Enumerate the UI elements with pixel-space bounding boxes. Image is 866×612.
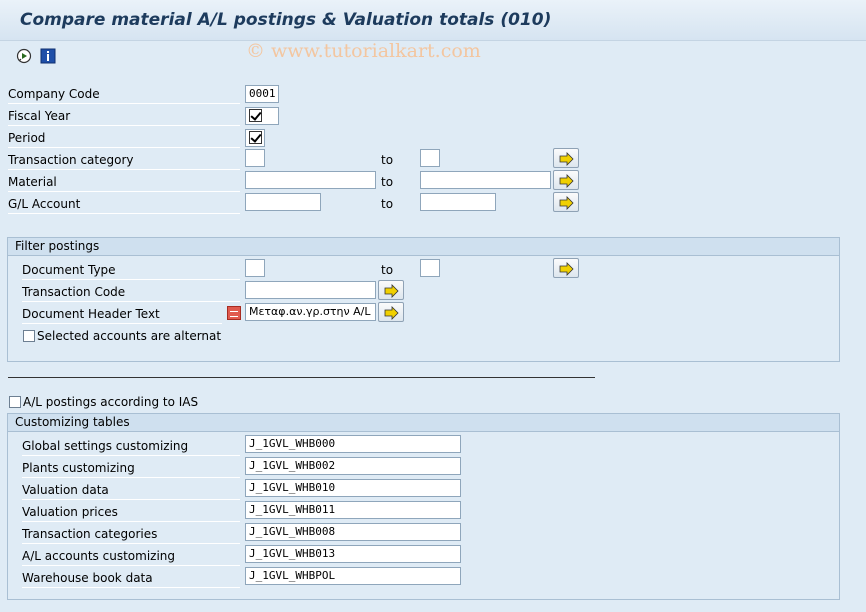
table-row-input[interactable]: J_1GVL_WHB011 [245,501,461,519]
gl-account-label: G/L Account [8,195,240,214]
multiple-selection-button[interactable] [553,148,579,168]
table-row-label: Valuation prices [22,503,240,522]
table-row-label: Warehouse book data [22,569,240,588]
to-label: to [381,175,394,189]
multiple-selection-button[interactable] [378,280,404,300]
table-row-input[interactable]: J_1GVL_WHB008 [245,523,461,541]
watermark: © www.tutorialkart.com [246,40,481,62]
page-title: Compare material A/L postings & Valuatio… [20,10,552,30]
multiple-selection-button[interactable] [553,170,579,190]
check-icon [249,131,262,144]
arrow-right-icon [559,196,574,210]
document-header-text-input[interactable]: Μεταφ.αν.γρ.στην A/L [245,303,376,321]
table-row-input[interactable]: J_1GVL_WHB002 [245,457,461,475]
fiscal-year-input[interactable] [245,107,279,125]
table-row-label: Transaction categories [22,525,240,544]
transaction-category-to-input[interactable] [420,149,440,167]
document-type-label: Document Type [22,261,240,280]
to-label: to [381,197,394,211]
multiple-selection-button[interactable] [553,258,579,278]
document-type-from-input[interactable] [245,259,265,277]
table-row-label: A/L accounts customizing [22,547,240,566]
arrow-right-icon [559,174,574,188]
table-row-label: Plants customizing [22,459,240,478]
ias-checkbox[interactable] [9,396,21,408]
execute-icon[interactable] [16,48,32,64]
group-title: Customizing tables [15,415,130,429]
material-from-input[interactable] [245,171,376,189]
table-row-label: Valuation data [22,481,240,500]
company-code-label: Company Code [8,85,240,104]
transaction-category-label: Transaction category [8,151,240,170]
material-to-input[interactable] [420,171,551,189]
table-row-input[interactable]: J_1GVL_WHB010 [245,479,461,497]
info-icon[interactable] [40,48,56,64]
ias-label: A/L postings according to IAS [23,395,199,409]
group-title: Filter postings [15,239,100,253]
exclude-icon[interactable] [227,306,241,320]
multiple-selection-button[interactable] [378,302,404,322]
gl-account-to-input[interactable] [420,193,496,211]
period-label: Period [8,129,240,148]
fiscal-year-label: Fiscal Year [8,107,240,126]
transaction-code-input[interactable] [245,281,376,299]
document-header-text-label: Document Header Text [22,305,222,324]
arrow-right-icon [384,284,399,298]
group-header: Filter postings [8,238,839,256]
document-type-to-input[interactable] [420,259,440,277]
transaction-code-label: Transaction Code [22,283,240,302]
selected-accounts-checkbox[interactable] [23,330,35,342]
to-label: to [381,263,394,277]
company-code-input[interactable]: 0001 [245,85,279,103]
table-row-input[interactable]: J_1GVL_WHBPOL [245,567,461,585]
arrow-right-icon [559,152,574,166]
multiple-selection-button[interactable] [553,192,579,212]
group-header: Customizing tables [8,414,839,432]
title-bar: Compare material A/L postings & Valuatio… [0,0,866,41]
transaction-category-from-input[interactable] [245,149,265,167]
period-input[interactable] [245,129,265,147]
to-label: to [381,153,394,167]
gl-account-from-input[interactable] [245,193,321,211]
arrow-right-icon [559,262,574,276]
selected-accounts-label: Selected accounts are alternat [37,329,222,343]
material-label: Material [8,173,240,192]
table-row-input[interactable]: J_1GVL_WHB000 [245,435,461,453]
table-row-input[interactable]: J_1GVL_WHB013 [245,545,461,563]
separator [8,377,595,378]
table-row-label: Global settings customizing [22,437,240,456]
arrow-right-icon [384,306,399,320]
check-icon [249,109,262,122]
